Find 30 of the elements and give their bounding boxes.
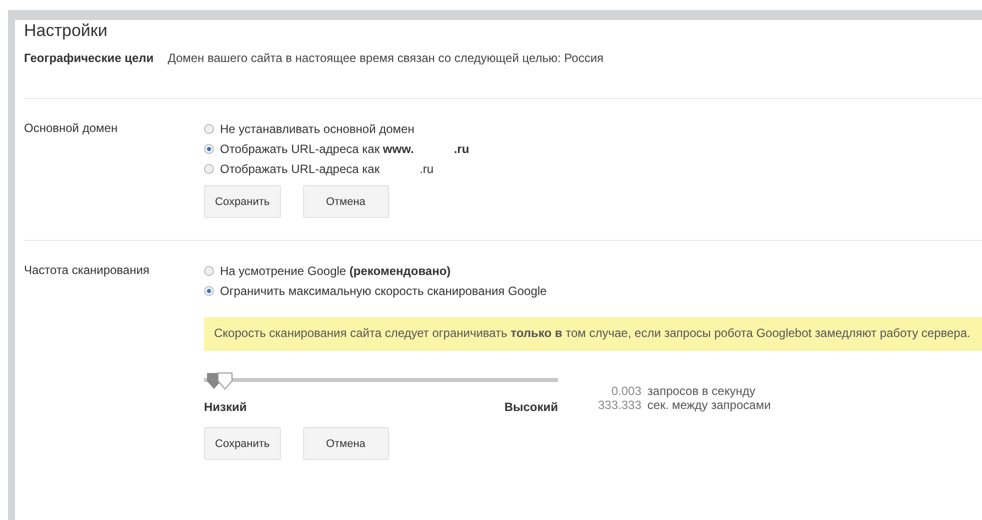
warning-notice: Скорость сканирования сайта следует ограничивать только в том случае, если запросы робота Googlebot замедляют работу сервера.	[204, 317, 982, 351]
rate-slider[interactable]	[204, 372, 558, 388]
rate-unit: сек. между запросами	[647, 398, 771, 412]
domain-suffix: .ru	[454, 142, 470, 156]
setting-label: Географические цели	[24, 51, 154, 67]
setting-description: Домен вашего сайта в настоящее время связан со следующей целью: Россия	[168, 51, 604, 67]
rate-unit: запросов в секунду	[647, 384, 756, 398]
option-label: Не устанавливать основной домен	[220, 122, 414, 136]
radio-button[interactable]	[204, 266, 214, 276]
option-label: Ограничить максимальную скорость сканирования Google	[220, 284, 547, 298]
domain-suffix: .ru	[420, 162, 434, 176]
option-label: Отображать URL-адреса как	[220, 162, 380, 176]
slider-thumb[interactable]	[217, 372, 234, 390]
option-label: Отображать URL-адреса как www.	[220, 142, 414, 156]
save-button[interactable]: Сохранить	[204, 185, 281, 218]
radio-button[interactable]	[204, 164, 214, 174]
slider-min-label: Низкий	[204, 400, 247, 414]
save-button[interactable]: Сохранить	[204, 427, 281, 460]
slider-max-label: Высокий	[504, 400, 558, 414]
rate-value: 333.333	[598, 398, 642, 412]
cancel-button[interactable]: Отмена	[302, 427, 389, 460]
page-title: Настройки	[24, 21, 108, 41]
rate-value: 0.003	[610, 384, 642, 398]
radio-button[interactable]	[204, 144, 214, 154]
cancel-button[interactable]: Отмена	[302, 185, 389, 218]
radio-button[interactable]	[204, 124, 214, 134]
option-label: На усмотрение Google (рекомендовано)	[220, 264, 451, 278]
setting-label: Частота сканирования	[24, 263, 150, 279]
setting-label: Основной домен	[24, 121, 119, 137]
radio-button[interactable]	[204, 286, 214, 296]
